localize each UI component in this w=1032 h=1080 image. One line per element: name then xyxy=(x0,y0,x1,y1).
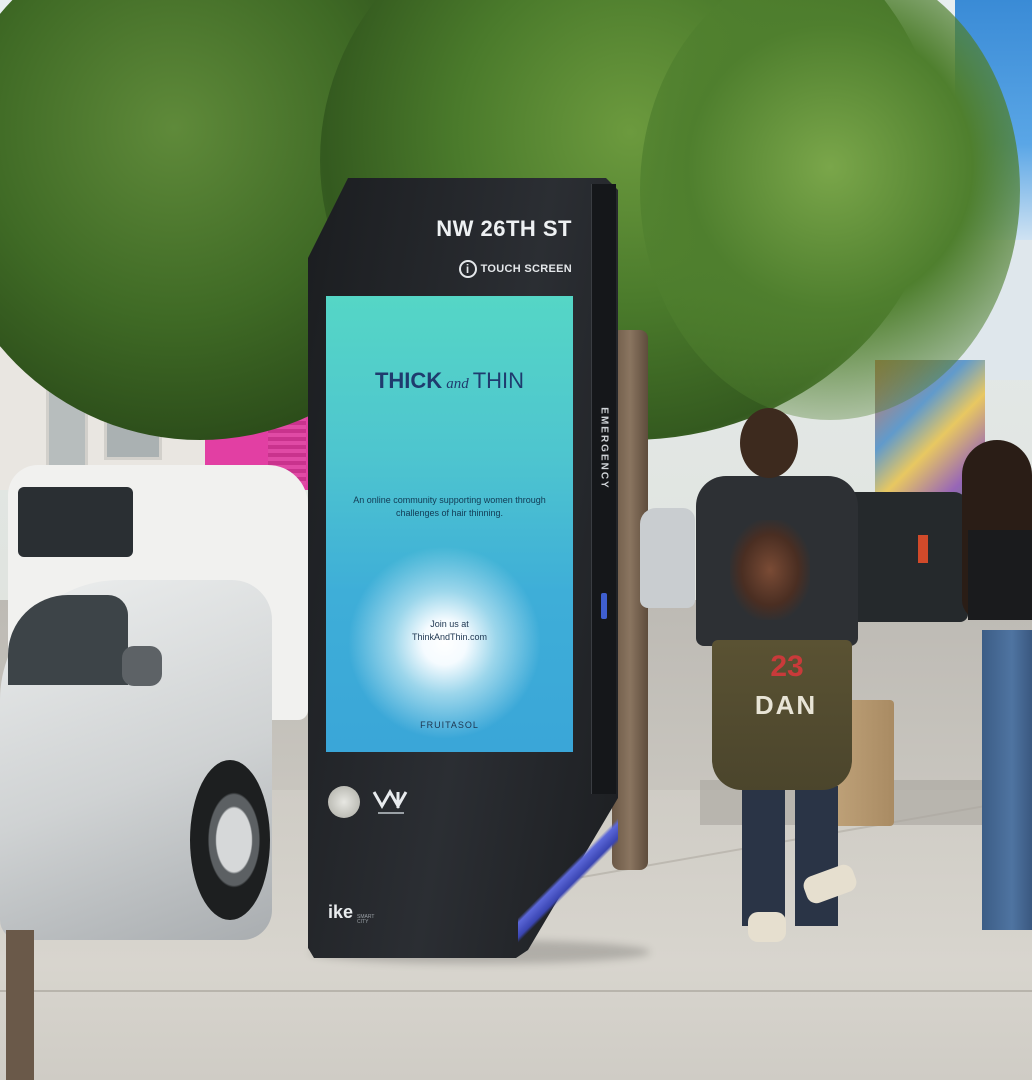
city-seal-icon xyxy=(328,786,360,818)
ad-title-connector: and xyxy=(446,376,469,392)
jersey-name: DAN xyxy=(754,690,818,720)
tree-trunk xyxy=(6,930,34,1080)
ad-title-light: THIN xyxy=(472,368,525,393)
ike-subtitle: SMART CITY xyxy=(357,914,375,925)
pedestrian-shoe xyxy=(748,912,786,942)
ad-tagline: An online community supporting women thr… xyxy=(353,495,546,518)
ad-title-bold: THICK xyxy=(374,368,443,393)
ad-sponsor: FRUITASOL xyxy=(420,720,479,730)
smart-city-kiosk: NW 26TH ST i TOUCH SCREEN EMERGENCY THIC… xyxy=(308,178,618,958)
ike-brand-logo: ike SMART CITY xyxy=(328,902,381,925)
touch-screen-label: TOUCH SCREEN xyxy=(480,263,572,275)
car-mirror xyxy=(122,646,162,686)
suv-tail-light xyxy=(918,535,928,563)
shirt-graphic xyxy=(730,520,810,620)
ad-call-to-action: Join us at ThinkAndThin.com xyxy=(326,618,573,644)
street-name-sign: NW 26TH ST xyxy=(436,216,572,241)
info-icon: i xyxy=(458,260,477,278)
street-scene: NW 26TH ST i TOUCH SCREEN EMERGENCY THIC… xyxy=(0,0,1032,1080)
ad-cta-line: Join us at xyxy=(430,619,469,629)
emergency-label: EMERGENCY xyxy=(598,406,610,490)
ike-wordmark: ike xyxy=(328,902,354,922)
jersey-number: 23 xyxy=(770,650,804,683)
pedestrian-head xyxy=(740,408,798,478)
kiosk-accent-strip xyxy=(518,798,618,948)
ad-website: ThinkAndThin.com xyxy=(411,632,488,642)
touch-screen-label-row: i TOUCH SCREEN xyxy=(458,260,572,278)
kiosk-touch-screen[interactable]: THICK and THIN An online community support… xyxy=(326,296,573,752)
pedestrian-top xyxy=(968,530,1032,620)
ad-title: THICK and THIN xyxy=(326,368,573,394)
sidewalk-seam xyxy=(0,990,1032,992)
parked-car xyxy=(640,508,695,608)
car-wheel xyxy=(190,760,270,920)
van-window xyxy=(18,487,133,557)
pedestrian-jeans xyxy=(982,630,1032,930)
emergency-label-panel: EMERGENCY xyxy=(592,368,616,528)
wynwood-logo-icon xyxy=(372,788,408,814)
pedestrian-legs xyxy=(742,786,838,926)
emergency-button[interactable] xyxy=(601,593,607,619)
